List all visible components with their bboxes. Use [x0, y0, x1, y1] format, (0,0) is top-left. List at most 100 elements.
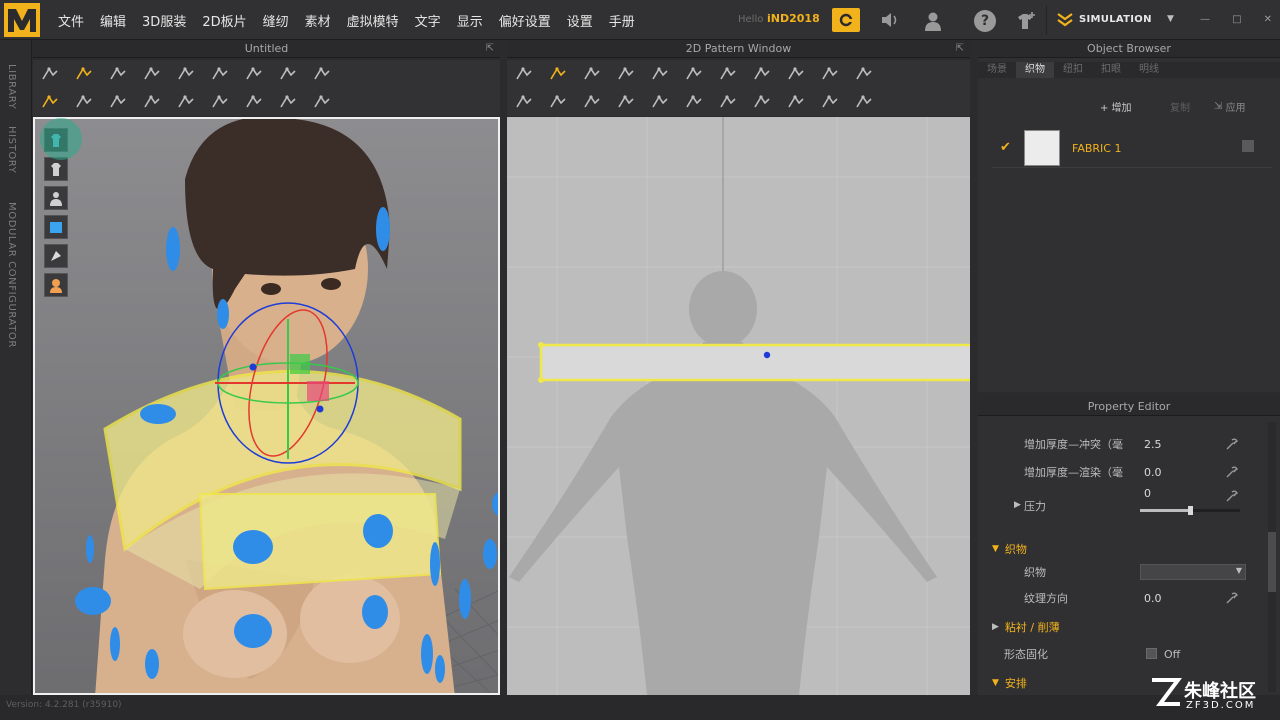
wrench-icon[interactable] — [1226, 466, 1238, 478]
select-box-icon[interactable] — [104, 62, 132, 86]
close-icon[interactable]: ✕ — [1264, 14, 1272, 25]
unfold-icon[interactable] — [240, 62, 268, 86]
user-name[interactable]: iND2018 — [767, 12, 820, 25]
grain-direction-value[interactable]: 0.0 — [1144, 592, 1162, 605]
pressure-value[interactable]: 0 — [1144, 487, 1151, 500]
down-arrow-icon[interactable] — [36, 62, 64, 86]
menu-item[interactable]: 3D服装 — [134, 11, 194, 30]
pressure-slider[interactable] — [1140, 506, 1240, 515]
wrench-icon[interactable] — [1226, 438, 1238, 450]
edit-point-icon[interactable] — [544, 62, 572, 86]
trace-icon[interactable] — [612, 62, 640, 86]
rotate-icon[interactable] — [172, 62, 200, 86]
simulation-mode-selector[interactable]: SIMULATION ▼ — [1046, 5, 1184, 35]
apply-fabric-button[interactable]: ⇲ 应用 — [1214, 98, 1246, 114]
curve-point-icon[interactable] — [578, 62, 606, 86]
menu-item[interactable]: 文字 — [407, 11, 449, 30]
arrange-section-header[interactable]: ▼ 安排 — [992, 675, 1027, 691]
tuck-icon[interactable] — [714, 90, 742, 114]
move-icon[interactable] — [70, 62, 98, 86]
pin2d-icon[interactable] — [816, 90, 844, 114]
wrench-icon[interactable] — [1226, 592, 1238, 604]
add-fabric-button[interactable]: + 增加 — [1100, 98, 1132, 114]
dart-icon[interactable] — [714, 62, 742, 86]
menu-item[interactable]: 虚拟模特 — [339, 11, 407, 30]
circle-icon[interactable] — [816, 62, 844, 86]
texture-view-icon[interactable] — [44, 215, 68, 239]
collision-thickness-value[interactable]: 2.5 — [1144, 438, 1162, 451]
expand-arrow-icon[interactable]: ▶ — [1014, 500, 1021, 510]
object-browser-tab[interactable]: 扣眼 — [1092, 62, 1130, 78]
fabric-select[interactable]: ▼ — [1140, 564, 1246, 580]
tack-icon[interactable] — [138, 90, 166, 114]
iron-icon[interactable] — [680, 90, 708, 114]
box-icon[interactable] — [782, 62, 810, 86]
history-tab[interactable]: HISTORY — [6, 126, 17, 173]
shape-freeze-checkbox[interactable] — [1146, 648, 1157, 659]
object-browser-tab[interactable]: 织物 — [1016, 62, 1054, 78]
menu-item[interactable]: 2D板片 — [194, 11, 254, 30]
pleat-icon[interactable] — [782, 90, 810, 114]
stretch-icon[interactable] — [274, 62, 302, 86]
image-icon[interactable] — [850, 62, 878, 86]
help-icon[interactable]: ? — [974, 10, 996, 32]
solid-view-icon[interactable] — [44, 244, 68, 268]
fold-arrange-icon[interactable] — [748, 90, 776, 114]
fabric-list-item[interactable]: ✔ FABRIC 1 — [992, 130, 1272, 168]
object-browser-tab[interactable]: 场景 — [978, 62, 1016, 78]
pattern-piece[interactable] — [539, 343, 970, 382]
paint-icon[interactable] — [206, 90, 234, 114]
cloud-icon[interactable] — [832, 8, 860, 32]
menu-item[interactable]: 编辑 — [92, 11, 134, 30]
bond-skive-section-header[interactable]: ▶ 粘衬 / 削薄 — [992, 619, 1060, 635]
smooth-icon[interactable] — [850, 90, 878, 114]
minimize-icon[interactable]: — — [1200, 14, 1210, 25]
library-tab[interactable]: LIBRARY — [6, 64, 17, 109]
render-thickness-value[interactable]: 0.0 — [1144, 466, 1162, 479]
wrench-icon[interactable] — [1226, 490, 1238, 502]
pin-icon[interactable] — [70, 90, 98, 114]
check-seam-icon[interactable] — [612, 90, 640, 114]
menu-item[interactable]: 偏好设置 — [491, 11, 559, 30]
menu-item[interactable]: 显示 — [449, 11, 491, 30]
maximize-icon[interactable]: □ — [1232, 14, 1241, 25]
pin-box-icon[interactable] — [104, 90, 132, 114]
object-browser-tab[interactable]: 明线 — [1130, 62, 1168, 78]
fit-icon[interactable] — [308, 90, 336, 114]
simulation-dropdown-icon[interactable]: ▼ — [1167, 14, 1174, 24]
avatar-icon[interactable] — [274, 90, 302, 114]
garment-icon[interactable] — [240, 90, 268, 114]
garment-add-icon[interactable] — [1012, 10, 1040, 32]
speaker-icon[interactable] — [878, 10, 904, 30]
expand-icon[interactable]: ⇱ — [956, 40, 964, 58]
rectangle-icon[interactable] — [748, 62, 776, 86]
garment-view-icon[interactable] — [44, 157, 68, 181]
tack-box-icon[interactable] — [172, 90, 200, 114]
internal-line-icon[interactable] — [680, 62, 708, 86]
menu-item[interactable]: 缝纫 — [255, 11, 297, 30]
copy-fabric-button[interactable]: 复制 — [1170, 98, 1190, 114]
object-browser-tab[interactable]: 纽扣 — [1054, 62, 1092, 78]
menu-item[interactable]: 设置 — [559, 11, 601, 30]
avatar-show-icon[interactable] — [44, 186, 68, 210]
pattern-2d-window[interactable] — [507, 117, 970, 695]
skin-view-icon[interactable] — [44, 273, 68, 297]
menu-item[interactable]: 手册 — [601, 11, 643, 30]
menu-item[interactable]: 文件 — [50, 11, 92, 30]
copy-seam-icon[interactable] — [646, 90, 674, 114]
segment-icon[interactable] — [646, 62, 674, 86]
measure-icon[interactable] — [308, 62, 336, 86]
polygon-icon[interactable] — [510, 62, 538, 86]
fabric-options-icon[interactable] — [1242, 140, 1254, 152]
free-seam-icon[interactable] — [544, 90, 572, 114]
menu-item[interactable]: 素材 — [297, 11, 339, 30]
simulate-icon[interactable] — [36, 90, 64, 114]
seam-icon[interactable] — [510, 90, 538, 114]
viewport-3d[interactable] — [33, 117, 500, 695]
transform-icon[interactable] — [138, 62, 166, 86]
user-account-icon[interactable] — [920, 10, 946, 32]
fold-icon[interactable] — [206, 62, 234, 86]
expand-icon[interactable]: ⇱ — [486, 40, 494, 58]
segment-seam-icon[interactable] — [578, 90, 606, 114]
modular-configurator-tab[interactable]: MODULAR CONFIGURATOR — [6, 202, 17, 348]
